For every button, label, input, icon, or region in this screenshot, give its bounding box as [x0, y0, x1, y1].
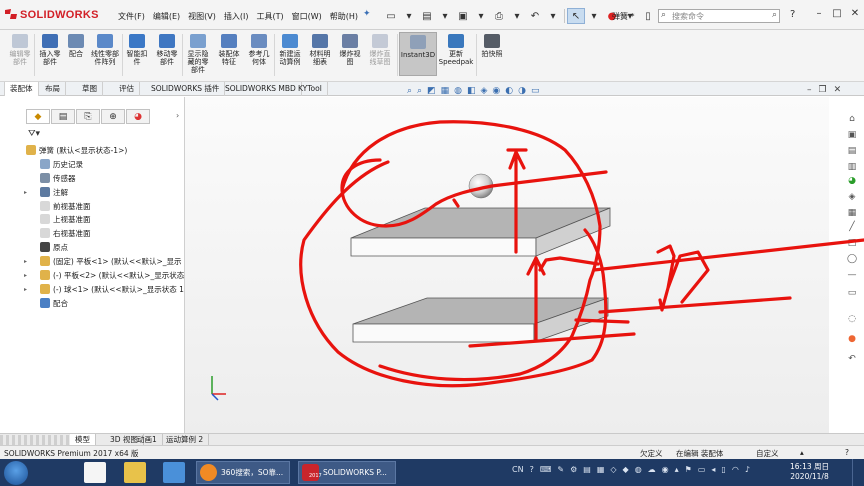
clock-time: 16:13 周日	[790, 462, 829, 471]
battery-icon[interactable]: ▯	[721, 465, 725, 474]
app-label: 360搜索，SO靠...	[221, 468, 284, 477]
annotation-overlay	[299, 120, 864, 388]
app-label: SOLIDWORKS P...	[323, 468, 387, 477]
annotation-stroke	[340, 158, 608, 228]
definition-status: 欠定义	[640, 449, 663, 458]
flag-icon[interactable]: ⚑	[685, 465, 692, 474]
help-circle-icon[interactable]: ?	[530, 465, 534, 474]
security-icon[interactable]: ◆	[623, 465, 629, 474]
units-dropdown-icon[interactable]: ▴	[800, 448, 804, 457]
arrow-icon[interactable]: ▴	[675, 465, 679, 474]
volume-icon[interactable]: ◂	[711, 465, 715, 474]
folder-icon[interactable]	[124, 462, 146, 483]
product-label: SOLIDWORKS Premium 2017 x64 版	[4, 449, 139, 458]
browser-icon	[200, 464, 217, 481]
toolbar-icon[interactable]: ▤	[583, 465, 591, 474]
annotation-stroke	[574, 318, 630, 324]
edit-status: 在编辑 装配体	[676, 449, 724, 458]
clock-date: 2020/11/8	[790, 472, 829, 481]
bottom-tabs: 模型 3D 视图 动画1 运动算例 2	[0, 433, 864, 446]
wechat-icon[interactable]: ◍	[635, 465, 642, 474]
shield-icon[interactable]: ◇	[610, 465, 616, 474]
ime-indicator[interactable]: CN	[512, 465, 524, 474]
annotation-stroke	[598, 296, 792, 314]
feather-icon[interactable]	[163, 462, 185, 483]
annotation-stroke	[452, 198, 460, 208]
annotation-stroke	[592, 238, 864, 272]
sound-icon[interactable]: ♪	[745, 465, 750, 474]
clock[interactable]: 16:13 周日 2020/11/8	[790, 462, 829, 482]
system-tray: CN ? ⌨ ✎ ⚙ ▤ ▦ ◇ ◆ ◍ ☁ ◉ ▴ ⚑ ▭ ◂ ▯ ◠ ♪	[512, 465, 756, 474]
windows-taskbar: 360搜索，SO靠... SOLIDWORKS P... 2017 CN ? ⌨…	[0, 459, 864, 486]
start-button[interactable]	[4, 461, 28, 485]
settings-icon[interactable]: ⚙	[570, 465, 577, 474]
file-icon[interactable]	[84, 462, 106, 483]
help-icon[interactable]: ?	[845, 448, 849, 457]
units-status[interactable]: 自定义	[756, 448, 779, 459]
cloud-icon[interactable]: ☁	[648, 465, 656, 474]
keyboard-icon[interactable]: ⌨	[540, 465, 552, 474]
monitor-icon[interactable]: ▭	[698, 465, 706, 474]
annotation-arrow	[656, 244, 710, 312]
annotation-stroke	[468, 332, 636, 348]
wifi-icon[interactable]: ◠	[732, 465, 739, 474]
solidworks-version-label: 2017	[309, 473, 322, 479]
app-tray-icon[interactable]: ◉	[662, 465, 669, 474]
show-desktop-button[interactable]	[852, 459, 864, 486]
network-icon[interactable]: ▦	[597, 465, 605, 474]
annotation-arrow	[506, 148, 528, 254]
annotation-stroke	[538, 256, 600, 272]
chat-icon[interactable]: ✎	[557, 465, 564, 474]
taskbar-app-browser[interactable]: 360搜索，SO靠...	[196, 461, 290, 484]
horizontal-scrollbar[interactable]	[0, 435, 70, 445]
status-bar: SOLIDWORKS Premium 2017 x64 版 欠定义 在编辑 装配…	[0, 445, 864, 459]
